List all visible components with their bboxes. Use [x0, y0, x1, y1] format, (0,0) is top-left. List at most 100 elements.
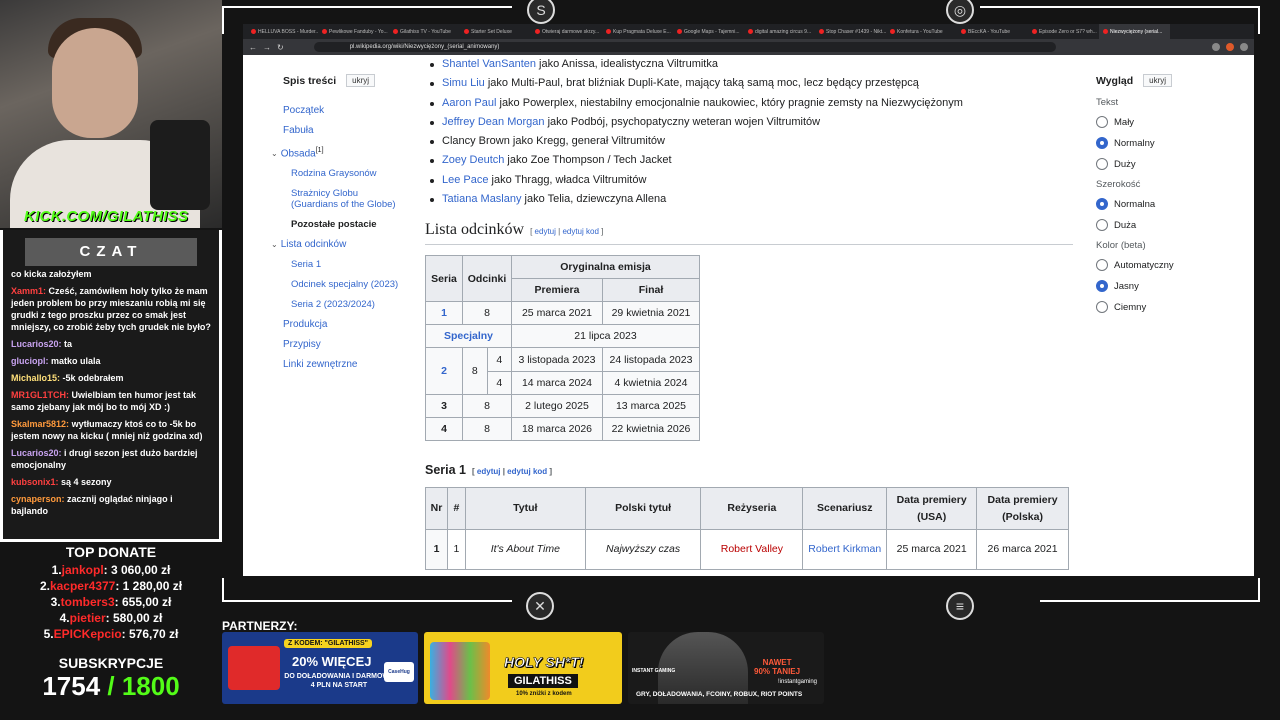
chat-username[interactable]: Lucarios20:: [11, 339, 62, 349]
radio-button[interactable]: [1096, 259, 1108, 271]
toc-link[interactable]: Pozostałe postacie: [291, 219, 377, 230]
toc-link[interactable]: Lista odcinków: [281, 239, 347, 250]
browser-tab[interactable]: Starter Set Deluxe: [460, 24, 531, 39]
premiere-cell: 25 marca 2021: [511, 301, 603, 326]
radio-option[interactable]: Normalna: [1096, 198, 1216, 210]
brave-shield-icon[interactable]: [1226, 43, 1234, 51]
list-item: Shantel VanSanten jako Anissa, idealisty…: [425, 55, 1073, 74]
radio-button[interactable]: [1096, 280, 1108, 292]
chat-username[interactable]: MR1GL1TCH:: [11, 390, 69, 400]
toc-link[interactable]: Odcinek specjalny (2023): [291, 279, 398, 290]
premiere-cell: 3 listopada 2023: [511, 347, 603, 372]
toc-item: Rodzina Graysonów: [283, 168, 403, 179]
menu-icon[interactable]: [1240, 43, 1248, 51]
director-link[interactable]: Robert Valley: [721, 543, 783, 555]
actor-name[interactable]: Lee Pace: [442, 174, 488, 186]
browser-tab[interactable]: Otwieraj darmowe skrzy...: [531, 24, 602, 39]
edit-code-link[interactable]: edytuj kod: [562, 227, 598, 236]
actor-name[interactable]: Jeffrey Dean Morgan: [442, 116, 545, 128]
appearance-hide-button[interactable]: ukryj: [1143, 74, 1173, 87]
season-link[interactable]: 2: [441, 365, 447, 377]
premiere-cell: 2 lutego 2025: [511, 394, 603, 419]
donate-amount: : 655,00 zł: [114, 595, 172, 609]
actor-name[interactable]: Shantel VanSanten: [442, 58, 536, 70]
toc-link[interactable]: Początek: [283, 105, 324, 116]
browser-tab[interactable]: Google Maps - Tajemni...: [673, 24, 744, 39]
chat-text: są 4 sezony: [61, 477, 112, 487]
chevron-down-icon[interactable]: ⌄: [271, 240, 278, 249]
back-icon[interactable]: ←: [249, 43, 257, 52]
browser-tab[interactable]: Gilathiss TV - YouTube: [389, 24, 460, 39]
browser-tab[interactable]: Stop Chaser #1439 - Nikt...: [815, 24, 886, 39]
radio-button[interactable]: [1096, 137, 1108, 149]
chat-username[interactable]: Michallo15:: [11, 373, 60, 383]
table-row: Specjalny 21 lipca 2023: [425, 324, 700, 349]
browser-tab[interactable]: Niezwyciężony (serial...: [1099, 24, 1170, 39]
browser-tab[interactable]: Kup Pragmata Deluxe E...: [602, 24, 673, 39]
browser-tab[interactable]: BEccKA - YouTube: [957, 24, 1028, 39]
toc-link[interactable]: Seria 2 (2023/2024): [291, 299, 375, 310]
radio-button[interactable]: [1096, 116, 1108, 128]
chat-username[interactable]: kubsonix1:: [11, 477, 59, 487]
radio-option[interactable]: Jasny: [1096, 280, 1216, 292]
reload-icon[interactable]: ↻: [277, 43, 284, 52]
chat-message: MR1GL1TCH: Uwielbiam ten humor jest tak …: [11, 389, 211, 413]
radio-button[interactable]: [1096, 158, 1108, 170]
toc-link[interactable]: Linki zewnętrzne: [283, 359, 357, 370]
browser-tab[interactable]: Konfetura - YouTube: [886, 24, 957, 39]
ad-instant-gaming[interactable]: INSTANT GAMING NAWET 90% TANIEJ !instantg…: [628, 632, 824, 704]
role-text: jako Kregg, generał Viltrumitów: [509, 135, 665, 148]
writer-link[interactable]: Robert Kirkman: [808, 543, 881, 555]
toc-link[interactable]: Seria 1: [291, 259, 321, 270]
radio-button[interactable]: [1096, 198, 1108, 210]
tab-favicon-icon: [961, 29, 966, 34]
chat-username[interactable]: Skalmar5812:: [11, 419, 69, 429]
browser-tab[interactable]: Episode Zero or S7? wh...: [1028, 24, 1099, 39]
actor-name[interactable]: Tatiana Maslany: [442, 193, 522, 205]
browser-tab[interactable]: HELLUVA BOSS - Murder...: [247, 24, 318, 39]
chat-username[interactable]: Lucarios20:: [11, 448, 62, 458]
edit-link[interactable]: edytuj: [477, 467, 501, 476]
toc-link[interactable]: Fabuła: [283, 125, 314, 136]
toc-link[interactable]: Rodzina Graysonów: [291, 168, 377, 179]
donate-rank: 4.: [59, 611, 70, 625]
actor-name[interactable]: Zoey Deutch: [442, 154, 504, 166]
chevron-down-icon[interactable]: ⌄: [271, 149, 278, 158]
toc-item: Pozostałe postacie: [283, 219, 403, 230]
edit-link[interactable]: edytuj: [535, 227, 556, 236]
toc-link[interactable]: Produkcja: [283, 319, 327, 330]
actor-name[interactable]: Simu Liu: [442, 77, 485, 89]
subs-title: SUBSKRYPCJE: [58, 655, 164, 671]
browser-tab[interactable]: Pewlikowe Fanduby - Yo...: [318, 24, 389, 39]
radio-option[interactable]: Automatyczny: [1096, 259, 1216, 271]
toc-link[interactable]: Przypisy: [283, 339, 321, 350]
radio-option[interactable]: Ciemny: [1096, 301, 1216, 313]
toc-link[interactable]: Obsada: [281, 148, 316, 159]
ad-casehug[interactable]: Z KODEM: "GILATHISS" 20% WIĘCEJ DO DOŁAD…: [222, 632, 418, 704]
toc-footnote[interactable]: [1]: [316, 147, 324, 154]
toc-link[interactable]: Strażnicy Globu (Guardians of the Globe): [291, 188, 396, 210]
premiere-cell: 18 marca 2026: [511, 417, 603, 442]
season-link[interactable]: 1: [441, 307, 447, 319]
chat-username[interactable]: gluciopl:: [11, 356, 49, 366]
chat-text: ta: [64, 339, 73, 349]
radio-option[interactable]: Duży: [1096, 158, 1216, 170]
radio-button[interactable]: [1096, 219, 1108, 231]
radio-option[interactable]: Duża: [1096, 219, 1216, 231]
url-field[interactable]: pl.wikipedia.org/wiki/Niezwyciężony_(ser…: [313, 42, 1056, 52]
chat-username[interactable]: Xamm1:: [11, 286, 46, 296]
chat-username[interactable]: cynaperson:: [11, 494, 65, 504]
season-link[interactable]: Specjalny: [444, 330, 493, 342]
extension-icon[interactable]: [1212, 43, 1220, 51]
actor-name[interactable]: Aaron Paul: [442, 97, 496, 109]
tab-bar: HELLUVA BOSS - Murder... Pewlikowe Fandub…: [243, 24, 1254, 39]
forward-icon[interactable]: →: [263, 43, 271, 52]
radio-button[interactable]: [1096, 301, 1108, 313]
browser-tab[interactable]: digital amazing circus 9...: [744, 24, 815, 39]
edit-code-link[interactable]: edytuj kod: [507, 467, 547, 476]
radio-option[interactable]: Mały: [1096, 116, 1216, 128]
radio-option[interactable]: Normalny: [1096, 137, 1216, 149]
toc-hide-button[interactable]: ukryj: [346, 74, 376, 87]
frame-line: [222, 600, 512, 602]
ad-holy[interactable]: HOLY SH*T! GILATHISS 10% zniżki z kodem: [424, 632, 622, 704]
